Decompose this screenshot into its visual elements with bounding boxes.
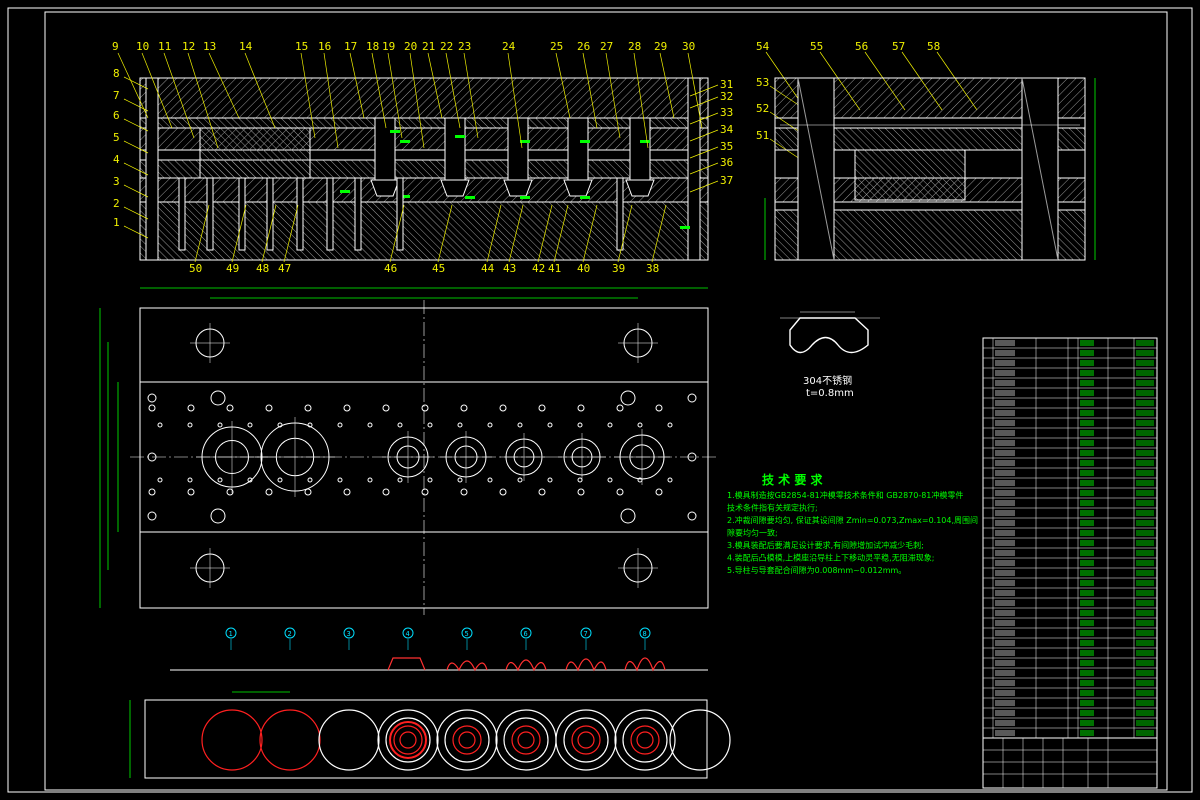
tech-line-1: 1.模具制造按GB2854-81冲模零技术条件和 GB2870-81冲模零件 xyxy=(727,490,963,500)
callout-34: 34 xyxy=(720,123,734,136)
plan-view xyxy=(99,287,718,615)
callout-11: 11 xyxy=(158,40,171,53)
tech-line-7: 5.导柱与导套配合间隙为0.008mm~0.012mm。 xyxy=(727,565,906,575)
callout-30: 30 xyxy=(682,40,695,53)
tech-line-3: 2.冲裁间隙要均匀, 保证其设间隙 Zmin=0.073,Zmax=0.104,… xyxy=(727,515,978,525)
callout-42: 42 xyxy=(532,262,545,275)
side-section-view xyxy=(764,77,1096,261)
tech-line-2: 技术条件指有关规定执行; xyxy=(727,503,818,513)
callout-57: 57 xyxy=(892,40,905,53)
callout-39: 39 xyxy=(612,262,625,275)
callout-44: 44 xyxy=(481,262,495,275)
callout-41: 41 xyxy=(548,262,561,275)
cad-drawing-canvas: 9 10 11 12 13 14 15 16 17 18 19 20 21 22 23 24 25 26 27 28 2… xyxy=(7,7,1193,793)
station-marker-7: 7 xyxy=(584,630,588,638)
callout-27: 27 xyxy=(600,40,613,53)
callout-47: 47 xyxy=(278,262,291,275)
station-marker-4: 4 xyxy=(406,630,410,638)
callout-23: 23 xyxy=(458,40,471,53)
callout-14: 14 xyxy=(239,40,253,53)
tech-title: 技 术 要 求 xyxy=(762,472,824,487)
callout-17: 17 xyxy=(344,40,357,53)
strip-layout-view xyxy=(129,691,731,779)
callout-45: 45 xyxy=(432,262,445,275)
callout-55: 55 xyxy=(810,40,823,53)
part-profile-view: 304不锈钢 t=0.8mm xyxy=(780,311,880,399)
callout-3: 3 xyxy=(113,175,120,188)
callout-36: 36 xyxy=(720,156,733,169)
callout-2: 2 xyxy=(113,197,120,210)
callout-58: 58 xyxy=(927,40,940,53)
callout-43: 43 xyxy=(503,262,516,275)
callout-56: 56 xyxy=(855,40,868,53)
callout-25: 25 xyxy=(550,40,563,53)
technical-requirements: 技 术 要 求 1.模具制造按GB2854-81冲模零技术条件和 GB2870-… xyxy=(727,472,978,575)
callout-1: 1 xyxy=(113,216,120,229)
callout-29: 29 xyxy=(654,40,667,53)
tech-line-6: 4.装配后凸模模,上模座沿导柱上下移动灵平稳,无阻滞现象; xyxy=(727,553,934,563)
callout-26: 26 xyxy=(577,40,590,53)
callout-50: 50 xyxy=(189,262,202,275)
callout-20: 20 xyxy=(404,40,417,53)
callout-48: 48 xyxy=(256,262,269,275)
callout-35: 35 xyxy=(720,140,733,153)
callout-6: 6 xyxy=(113,109,120,122)
callout-9: 9 xyxy=(112,40,119,53)
station-marker-5: 5 xyxy=(465,630,469,638)
callout-19: 19 xyxy=(382,40,395,53)
callout-13: 13 xyxy=(203,40,216,53)
callout-54: 54 xyxy=(756,40,770,53)
callout-32: 32 xyxy=(720,90,733,103)
station-marker-1: 1 xyxy=(229,630,233,638)
callout-52: 52 xyxy=(756,102,769,115)
callout-53: 53 xyxy=(756,76,769,89)
station-marker-6: 6 xyxy=(524,630,528,638)
callout-22: 22 xyxy=(440,40,453,53)
station-marker-2: 2 xyxy=(288,630,292,638)
thickness-label: t=0.8mm xyxy=(806,388,854,399)
callout-18: 18 xyxy=(366,40,379,53)
callout-49: 49 xyxy=(226,262,239,275)
callout-4: 4 xyxy=(113,153,120,166)
callout-21: 21 xyxy=(422,40,435,53)
tech-line-5: 3.模具装配后要满足设计要求,有间隙增加试冲减少毛刺; xyxy=(727,540,924,550)
callout-37: 37 xyxy=(720,174,733,187)
tech-line-4: 隙要均匀一致; xyxy=(727,528,778,538)
main-section-view xyxy=(139,77,709,261)
callout-28: 28 xyxy=(628,40,641,53)
callout-16: 16 xyxy=(318,40,331,53)
callout-7: 7 xyxy=(113,89,120,102)
callout-51: 51 xyxy=(756,129,769,142)
callout-8: 8 xyxy=(113,67,120,80)
bom-table xyxy=(982,337,1158,789)
station-marker-3: 3 xyxy=(347,630,351,638)
callout-15: 15 xyxy=(295,40,308,53)
callout-33: 33 xyxy=(720,106,733,119)
callout-24: 24 xyxy=(502,40,516,53)
callout-40: 40 xyxy=(577,262,590,275)
callout-46: 46 xyxy=(384,262,397,275)
callout-38: 38 xyxy=(646,262,659,275)
callout-10: 10 xyxy=(136,40,149,53)
strip-stations: 1 2 3 4 5 6 7 8 xyxy=(170,627,708,672)
callout-12: 12 xyxy=(182,40,195,53)
station-marker-8: 8 xyxy=(643,630,647,638)
material-label: 304不锈钢 xyxy=(803,374,852,387)
callout-5: 5 xyxy=(113,131,120,144)
